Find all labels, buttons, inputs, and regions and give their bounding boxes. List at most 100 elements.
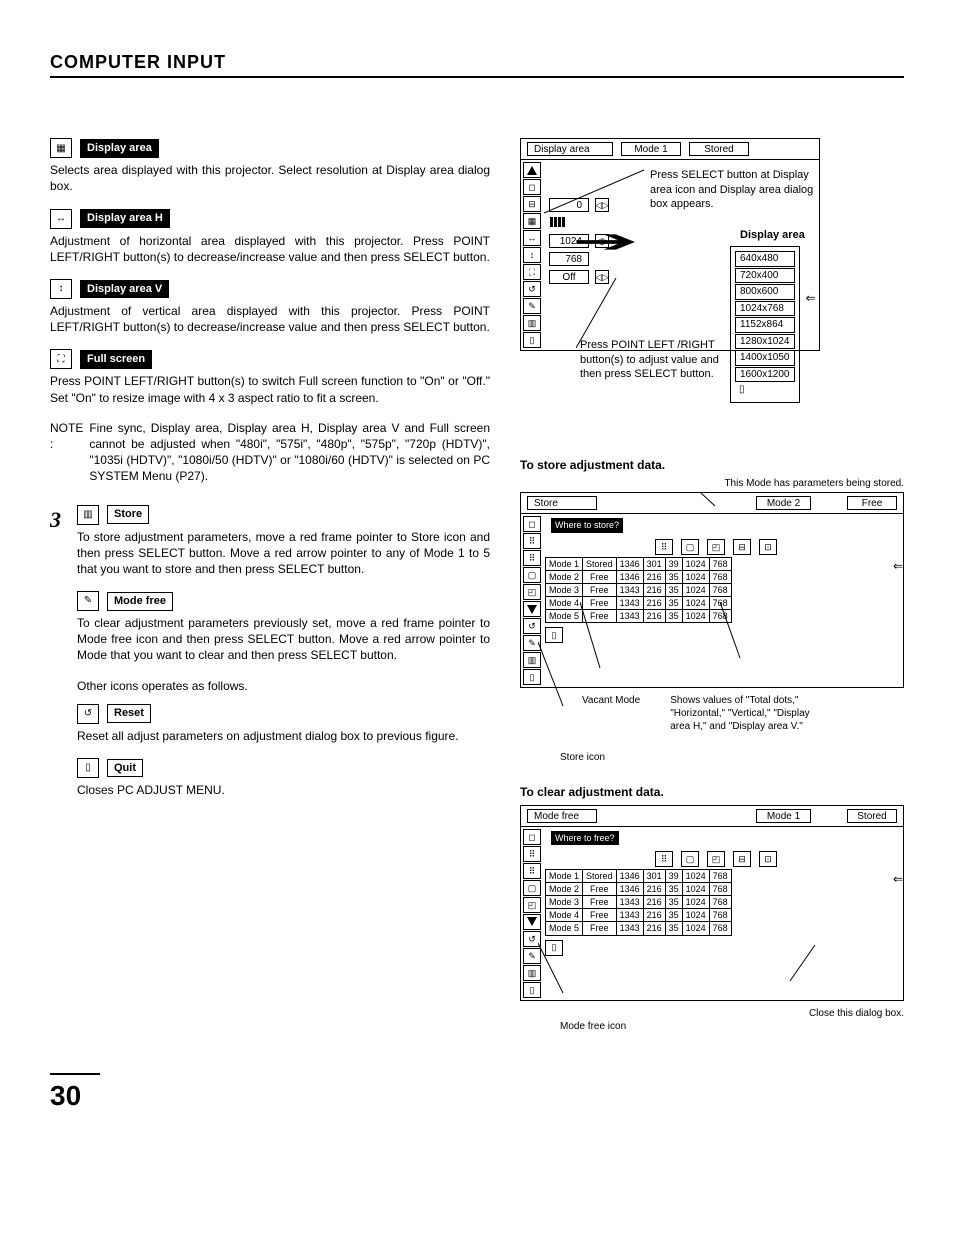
table-row: Mode 1Stored1346301391024768	[546, 557, 732, 570]
table-cell: Free	[583, 597, 617, 610]
quit-text: Closes PC ADJUST MENU.	[77, 782, 490, 798]
col-icon: ⊡	[759, 851, 777, 867]
table-cell: 216	[643, 610, 665, 623]
osd-clear: Mode free Mode 1 Stored ◻ ⠿ ⠿ ▢ ◰ ↺ ✎ ▥ …	[520, 805, 904, 1033]
entry-display-area: ▦ Display area Selects area displayed wi…	[50, 138, 490, 194]
store-topnote: This Mode has parameters being stored.	[520, 477, 904, 490]
table-cell: Mode 3	[546, 896, 583, 909]
col-icon: ⊡	[759, 539, 777, 555]
osd-store-status: Free	[847, 496, 897, 510]
table-cell: 35	[665, 583, 682, 596]
table-cell: Mode 5	[546, 610, 583, 623]
table-cell: 1024	[682, 597, 709, 610]
table-cell: Mode 1	[546, 557, 583, 570]
display-area-text: Selects area displayed with this project…	[50, 162, 490, 194]
mode-free-icon: ✎	[523, 635, 541, 651]
reset-icon: ↺	[523, 931, 541, 947]
table-cell: 35	[665, 570, 682, 583]
left-column: ▦ Display area Selects area displayed wi…	[50, 138, 490, 1032]
osd1-caption1: Press SELECT button at Display area icon…	[650, 168, 830, 211]
quit-icon: ▯	[77, 758, 99, 778]
other-icons-text: Other icons operates as follows.	[77, 678, 490, 694]
table-cell: Free	[583, 882, 617, 895]
display-area-h-label: Display area H	[80, 209, 170, 228]
store-icon: ▥	[523, 652, 541, 668]
down-arrow-icon	[523, 914, 541, 930]
table-cell: 216	[643, 922, 665, 935]
display-area-v-icon: ↕	[50, 279, 72, 299]
table-row: Mode 3Free1343216351024768	[546, 583, 732, 596]
right-column: Display area Mode 1 Stored ◻ ⊟ ▦ ↔ ↕ ⛶ ↺…	[520, 138, 904, 1032]
table-cell: Mode 2	[546, 570, 583, 583]
table-cell: 216	[643, 570, 665, 583]
table-row: Mode 5Free1343216351024768	[546, 922, 732, 935]
osd-store: Store Mode 2 Free ◻ ⠿ ⠿ ▢ ◰ ↺ ✎ ▥ ▯	[520, 492, 904, 764]
mode-free-icon: ✎	[523, 298, 541, 314]
table-row: Mode 5Free1343216351024768	[546, 610, 732, 623]
left-arrow-pointer-icon: ⇐	[806, 290, 816, 306]
entry-reset: ↺ Reset Reset all adjust parameters on a…	[77, 704, 490, 744]
table-cell: Mode 4	[546, 597, 583, 610]
icon: ⠿	[523, 863, 541, 879]
osd1-status: Stored	[689, 142, 749, 156]
osd-display-area: Display area Mode 1 Stored ◻ ⊟ ▦ ↔ ↕ ⛶ ↺…	[520, 138, 904, 351]
table-cell: 39	[665, 869, 682, 882]
note-prefix: NOTE :	[50, 420, 83, 485]
table-cell: 301	[643, 869, 665, 882]
table-cell: 1346	[616, 557, 643, 570]
store-icon: ▥	[523, 965, 541, 981]
table-cell: Mode 2	[546, 882, 583, 895]
resolution-item: 800x600	[735, 284, 795, 300]
table-cell: Mode 4	[546, 909, 583, 922]
col-icon: ⊟	[733, 539, 751, 555]
table-cell: 768	[709, 557, 731, 570]
mode-free-icon: ✎	[77, 591, 99, 611]
table-cell: 1343	[616, 922, 643, 935]
store-heading: To store adjustment data.	[520, 457, 904, 473]
entry-full-screen: ⛶ Full screen Press POINT LEFT/RIGHT but…	[50, 349, 490, 405]
osd-store-mode: Mode 2	[756, 496, 811, 510]
table-cell: Free	[583, 583, 617, 596]
table-row: Mode 2Free1346216351024768	[546, 570, 732, 583]
display-area-icon: ▦	[50, 138, 72, 158]
store-text: To store adjustment parameters, move a r…	[77, 529, 490, 578]
osd1-title: Display area	[527, 142, 613, 156]
icon: ◻	[523, 516, 541, 532]
up-arrow-icon	[523, 162, 541, 178]
table-cell: 1024	[682, 869, 709, 882]
quit-icon: ▯	[735, 383, 795, 397]
table-row: Mode 4Free1343216351024768	[546, 597, 732, 610]
table-cell: 1024	[682, 583, 709, 596]
mode-free-text: To clear adjustment parameters previousl…	[77, 615, 490, 664]
reset-icon: ↺	[523, 281, 541, 297]
store-label: Store	[107, 505, 149, 524]
table-cell: Stored	[583, 557, 617, 570]
osd-store-title: Store	[527, 496, 597, 510]
page-title: COMPUTER INPUT	[50, 50, 904, 78]
resolution-list: 640x480 720x400 800x600 1024x768 1152x86…	[730, 246, 800, 403]
table-cell: 768	[709, 583, 731, 596]
table-cell: Mode 3	[546, 583, 583, 596]
left-arrow-pointer-icon: ⇐	[893, 558, 903, 687]
table-cell: 1343	[616, 909, 643, 922]
col-icon: ▢	[681, 539, 699, 555]
table-cell: 1346	[616, 570, 643, 583]
osd1-mode: Mode 1	[621, 142, 681, 156]
table-cell: 1346	[616, 882, 643, 895]
display-area-v-text: Adjustment of vertical area displayed wi…	[50, 303, 490, 335]
store-mode-table: Mode 1Stored1346301391024768Mode 2Free13…	[545, 557, 732, 624]
quit-icon: ▯	[545, 940, 563, 956]
clamp-icon: ⊟	[523, 196, 541, 212]
full-screen-text: Press POINT LEFT/RIGHT button(s) to swit…	[50, 373, 490, 405]
clear-annot-close: Close this dialog box.	[520, 1007, 904, 1020]
display-area-icon: ▦	[523, 213, 541, 229]
table-row: Mode 4Free1343216351024768	[546, 909, 732, 922]
osd-clear-title: Mode free	[527, 809, 597, 823]
entry-store: ▥ Store To store adjustment parameters, …	[77, 505, 490, 578]
store-annot-vacant: Vacant Mode	[582, 694, 640, 733]
store-annot-values: Shows values of "Total dots," "Horizonta…	[670, 694, 830, 733]
table-row: Mode 3Free1343216351024768	[546, 896, 732, 909]
resolution-item: 1152x864	[735, 317, 795, 333]
icon: ⠿	[523, 846, 541, 862]
mode-free-label: Mode free	[107, 592, 173, 611]
